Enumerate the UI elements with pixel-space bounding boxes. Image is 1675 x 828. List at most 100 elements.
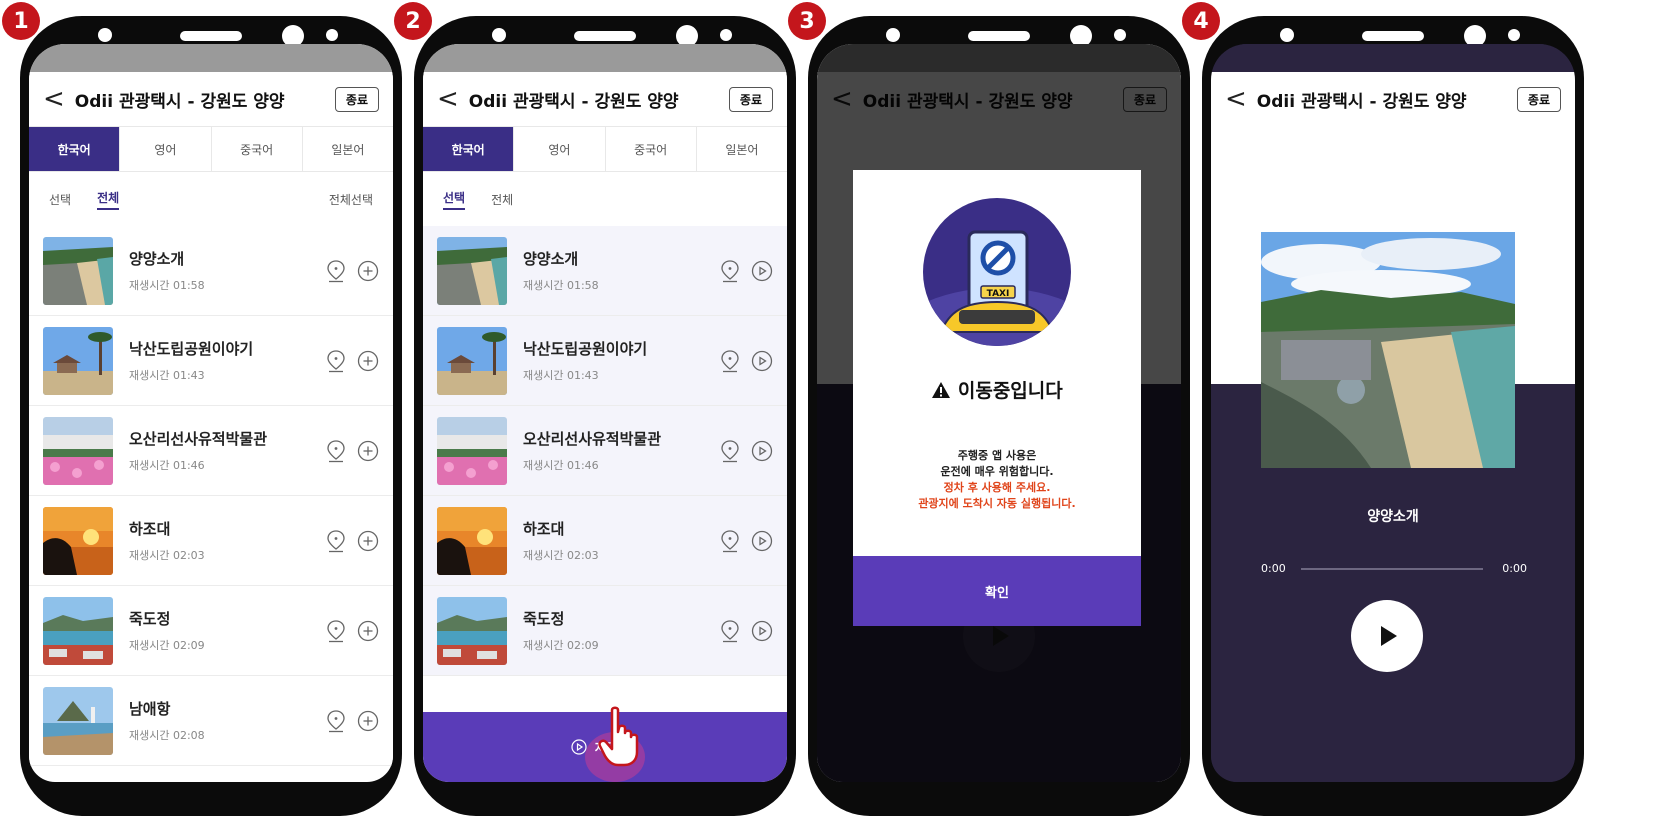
tab-english[interactable]: 영어	[120, 127, 212, 171]
tab-korean[interactable]: 한국어	[29, 127, 121, 171]
language-tabs: 한국어 영어 중국어 일본어	[29, 126, 393, 172]
location-pin-icon[interactable]	[325, 529, 347, 553]
item-name: 양양소개	[523, 250, 579, 268]
dialog-title: 이동중입니다	[853, 376, 1141, 403]
play-circle-icon[interactable]	[751, 620, 773, 642]
item-duration: 재생시간 02:09	[523, 639, 599, 652]
phone-frame: < Odii 관광택시 - 강원도 양양 종료 양양소개 0:00 0:00	[1202, 16, 1584, 816]
tab-japanese[interactable]: 일본어	[697, 127, 787, 171]
item-duration: 재생시간 01:58	[129, 279, 205, 292]
page-title: Odii 관광택시 - 강원도 양양	[74, 91, 285, 112]
add-icon[interactable]	[357, 530, 379, 552]
item-name: 오산리선사유적박물관	[129, 430, 268, 448]
current-time: 0:00	[1261, 562, 1286, 575]
dialog-line-4: 관광지에 도착시 자동 실행됩니다.	[918, 497, 1076, 510]
list-item[interactable]: 낙산도립공원이야기 재생시간 01:43	[423, 316, 787, 406]
back-icon[interactable]: <	[1225, 86, 1247, 112]
item-meta: 낙산도립공원이야기 재생시간 01:43	[129, 338, 325, 383]
list-item[interactable]: 죽도정 재생시간 02:09	[29, 586, 393, 676]
list-item[interactable]: 낙산도립공원이야기 재생시간 01:43	[29, 316, 393, 406]
tab-korean[interactable]: 한국어	[423, 127, 515, 171]
add-icon[interactable]	[357, 440, 379, 462]
add-icon[interactable]	[357, 620, 379, 642]
tab-chinese[interactable]: 중국어	[606, 127, 697, 171]
status-bar	[1211, 44, 1575, 72]
add-icon[interactable]	[357, 710, 379, 732]
list-item[interactable]: 하조대 재생시간 02:03	[423, 496, 787, 586]
total-time: 0:00	[1502, 562, 1527, 575]
app-bar: < Odii 관광택시 - 강원도 양양 종료	[29, 72, 393, 126]
end-button[interactable]: 종료	[1516, 86, 1561, 112]
dialog-line-3: 정차 후 사용해 주세요.	[943, 481, 1051, 494]
location-pin-icon[interactable]	[719, 439, 741, 463]
item-meta: 죽도정재생시간 02:09	[523, 608, 719, 653]
item-meta: 하조대 재생시간 02:03	[523, 518, 719, 563]
progress-bar[interactable]	[1301, 568, 1483, 570]
tour-list: 양양소개 재생시간 01:58 낙산도립공원이야기 재생시간 01:43 오산리선사유적…	[423, 226, 787, 676]
thumbnail-image	[437, 506, 507, 575]
filter-all[interactable]: 전체	[491, 191, 513, 208]
play-button[interactable]	[1351, 600, 1423, 672]
thumbnail-image	[437, 236, 507, 305]
play-circle-icon[interactable]	[751, 440, 773, 462]
dialog-line-2: 운전에 매우 위험합니다.	[940, 465, 1054, 478]
item-name: 오산리선사유적박물관	[523, 430, 662, 448]
location-pin-icon[interactable]	[719, 349, 741, 373]
tab-english[interactable]: 영어	[514, 127, 606, 171]
item-meta: 낙산도립공원이야기 재생시간 01:43	[523, 338, 719, 383]
thumbnail-image	[437, 326, 507, 395]
tab-chinese[interactable]: 중국어	[212, 127, 303, 171]
app-bar: < Odii 관광택시 - 강원도 양양 종료	[423, 72, 787, 126]
item-duration: 재생시간 02:08	[129, 729, 205, 742]
end-button[interactable]: 종료	[728, 86, 773, 112]
select-all-button[interactable]: 전체선택	[329, 191, 373, 208]
back-icon[interactable]: <	[437, 86, 459, 112]
list-item[interactable]: 오산리선사유적박물관 재생시간 01:46	[29, 406, 393, 496]
list-item[interactable]: 남애항재생시간 02:08	[29, 676, 393, 766]
location-pin-icon[interactable]	[325, 259, 347, 283]
thumbnail-image	[43, 686, 113, 755]
dialog-message: 주행중 앱 사용은 운전에 매우 위험합니다. 정차 후 사용해 주세요. 관광…	[853, 448, 1141, 512]
status-bar	[423, 44, 787, 72]
location-pin-icon[interactable]	[719, 259, 741, 283]
filter-select[interactable]: 선택	[443, 189, 466, 210]
phone-screen: < Odii 관광택시 - 강원도 양양 종료 한국어 영어 중국어 일본어 선…	[423, 44, 787, 782]
location-pin-icon[interactable]	[325, 439, 347, 463]
phone-screen: < Odii 관광택시 - 강원도 양양 종료 TAXI	[817, 44, 1181, 782]
item-name: 죽도정	[523, 610, 565, 628]
location-pin-icon[interactable]	[719, 619, 741, 643]
item-meta: 양양소개 재생시간 01:58	[523, 248, 719, 293]
list-item[interactable]: 오산리선사유적박물관 재생시간 01:46	[423, 406, 787, 496]
list-item[interactable]: 하조대 재생시간 02:03	[29, 496, 393, 586]
location-pin-icon[interactable]	[719, 529, 741, 553]
filter-bar: 선택 전체 전체선택	[29, 172, 393, 226]
item-name: 양양소개	[129, 250, 185, 268]
confirm-button[interactable]: 확인	[853, 556, 1141, 626]
item-meta: 남애항재생시간 02:08	[129, 698, 325, 743]
thumbnail-image	[437, 416, 507, 485]
tab-japanese[interactable]: 일본어	[303, 127, 393, 171]
item-meta: 양양소개재생시간 01:58	[129, 248, 325, 293]
play-circle-icon[interactable]	[751, 260, 773, 282]
location-pin-icon[interactable]	[325, 349, 347, 373]
item-name: 남애항	[129, 700, 171, 718]
play-circle-icon[interactable]	[751, 350, 773, 372]
thumbnail-image	[437, 596, 507, 665]
end-button[interactable]: 종료	[334, 86, 379, 112]
location-pin-icon[interactable]	[325, 709, 347, 733]
item-duration: 재생시간 02:03	[129, 549, 205, 562]
play-circle-icon[interactable]	[751, 530, 773, 552]
list-item[interactable]: 양양소개재생시간 01:58	[29, 226, 393, 316]
warning-icon	[932, 382, 951, 398]
location-pin-icon[interactable]	[325, 619, 347, 643]
add-icon[interactable]	[357, 350, 379, 372]
filter-all[interactable]: 전체	[97, 189, 120, 210]
page-title: Odii 관광택시 - 강원도 양양	[1256, 91, 1467, 112]
add-icon[interactable]	[357, 260, 379, 282]
list-item[interactable]: 죽도정재생시간 02:09	[423, 586, 787, 676]
dialog-title-text: 이동중입니다	[957, 380, 1063, 402]
cover-image	[1261, 232, 1515, 468]
filter-select[interactable]: 선택	[49, 191, 71, 208]
back-icon[interactable]: <	[43, 86, 65, 112]
list-item[interactable]: 양양소개 재생시간 01:58	[423, 226, 787, 316]
